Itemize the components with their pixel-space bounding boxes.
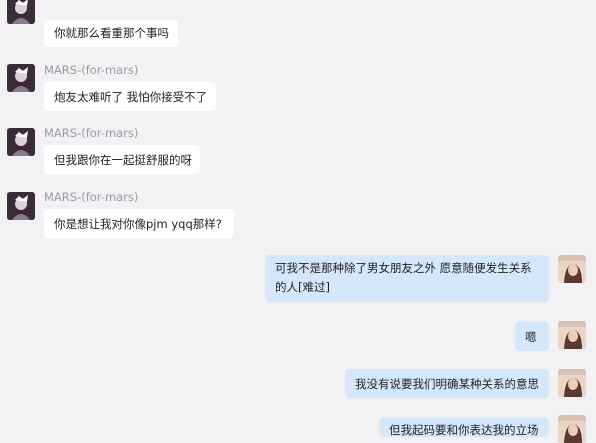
message-bubble[interactable]: 炮友太难听了 我怕你接受不了: [44, 82, 216, 111]
contact-avatar-icon[interactable]: [7, 0, 35, 24]
contact-avatar-icon[interactable]: [7, 192, 35, 220]
message-bubble[interactable]: 但我起码要和你表达我的立场: [379, 418, 549, 437]
message-bubble[interactable]: 你是想让我对你像pjm yqq那样?: [44, 209, 234, 238]
user-avatar-icon[interactable]: [558, 255, 586, 283]
user-avatar-icon[interactable]: [558, 369, 586, 397]
contact-avatar-icon[interactable]: [7, 128, 35, 156]
user-avatar-icon[interactable]: [558, 415, 586, 443]
message-bubble[interactable]: 但我跟你在一起挺舒服的呀: [44, 145, 200, 174]
sender-name: MARS-(for-mars): [44, 126, 139, 140]
message-bubble[interactable]: 嗯: [515, 322, 549, 351]
message-bubble[interactable]: 你就那么看重那个事吗: [44, 20, 178, 47]
sender-name: MARS-(for-mars): [44, 190, 139, 204]
message-bubble[interactable]: 我没有说要我们明确某种关系的意思: [345, 369, 549, 398]
message-bubble[interactable]: 可我不是那种除了男女朋友之外 愿意随便发生关系的人[难过]: [265, 255, 549, 302]
chat-window: 你就那么看重那个事吗 MARS-(for-mars) 炮友太难听了 我怕你接受不…: [0, 0, 596, 443]
sender-name: MARS-(for-mars): [44, 63, 139, 77]
contact-avatar-icon[interactable]: [7, 64, 35, 92]
user-avatar-icon[interactable]: [558, 321, 586, 349]
